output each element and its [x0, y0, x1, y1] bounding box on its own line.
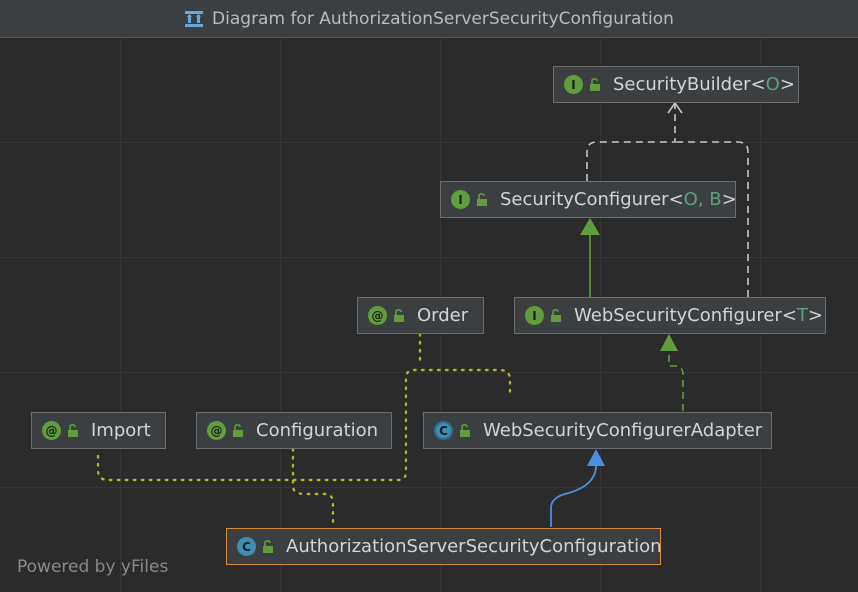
interface-icon: I — [564, 75, 583, 94]
abstract-class-icon: C — [434, 421, 453, 440]
edge-config-extends-adapter — [550, 465, 597, 527]
arrowhead-webconfigurer — [660, 334, 678, 351]
type-params: O — [765, 74, 780, 95]
unlocked-icon — [68, 424, 78, 437]
edge-configurer-to-builder — [586, 103, 676, 181]
node-security-builder[interactable]: I SecurityBuilder < O > — [553, 66, 799, 103]
node-label: Order — [417, 305, 469, 326]
interface-icon: I — [525, 306, 544, 325]
node-label: WebSecurityConfigurerAdapter — [483, 420, 763, 441]
edge-annotation-configuration — [291, 447, 335, 529]
annotation-icon: @ — [207, 421, 226, 440]
watermark: Powered by yFiles — [17, 557, 169, 577]
node-web-security-configurer-adapter[interactable]: C WebSecurityConfigurerAdapter — [423, 412, 772, 449]
node-authorization-server-security-configuration[interactable]: C AuthorizationServerSecurityConfigurati… — [226, 528, 662, 565]
interface-icon: I — [451, 190, 470, 209]
node-security-configurer[interactable]: I SecurityConfigurer < O, B > — [440, 181, 737, 218]
unlocked-icon — [394, 309, 404, 322]
type-params: O, B — [683, 189, 722, 210]
unlocked-icon — [551, 309, 561, 322]
unlocked-icon — [263, 540, 273, 553]
edge-adapter-implements-webconfigurer — [668, 349, 684, 411]
node-label: Configuration — [256, 420, 379, 441]
unlocked-icon — [590, 78, 600, 91]
unlocked-icon — [460, 424, 470, 437]
edge-webconfigurer-to-builder — [675, 141, 749, 297]
node-label: Import — [91, 420, 151, 441]
node-web-security-configurer[interactable]: I WebSecurityConfigurer < T > — [514, 297, 826, 334]
arrowhead-adapter — [587, 449, 605, 466]
node-label: SecurityConfigurer — [500, 189, 669, 210]
node-label: SecurityBuilder — [613, 74, 751, 95]
node-configuration[interactable]: @ Configuration — [196, 412, 392, 449]
type-params: T — [796, 305, 808, 326]
annotation-icon: @ — [368, 306, 387, 325]
unlocked-icon — [233, 424, 243, 437]
node-label: WebSecurityConfigurer — [574, 305, 782, 326]
arrowhead-configurer — [580, 218, 600, 235]
class-icon: C — [237, 537, 256, 556]
unlocked-icon — [477, 193, 487, 206]
node-label: AuthorizationServerSecurityConfiguration — [286, 536, 662, 557]
node-order[interactable]: @ Order — [357, 297, 484, 334]
annotation-icon: @ — [42, 421, 61, 440]
node-import[interactable]: @ Import — [31, 412, 166, 449]
